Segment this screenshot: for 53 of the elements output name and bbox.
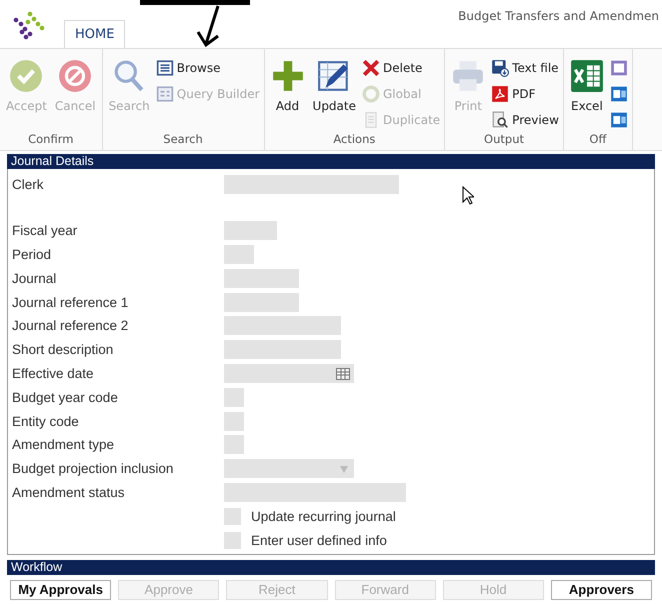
window-title: Budget Transfers and Amendmen [458, 9, 659, 23]
mouse-cursor-icon [462, 186, 474, 205]
field-label: Budget projection inclusion [11, 461, 174, 476]
field-label: Journal [11, 270, 58, 286]
ribbon-button[interactable]: Excel [568, 57, 606, 115]
field-label: Journal reference 1 [11, 294, 130, 310]
spreadsheet-icon [570, 59, 604, 93]
field-label: Short description [11, 342, 114, 358]
field-label: Fiscal year [11, 223, 78, 238]
ribbon-button[interactable]: PDF [491, 83, 559, 105]
field-label: Entity code [11, 414, 80, 429]
field-label: Effective date [11, 366, 95, 381]
calendar-icon [336, 368, 350, 380]
mail-icon [610, 85, 628, 103]
section-header: Journal Details [7, 154, 655, 169]
section-header: Workflow [7, 560, 655, 575]
plus-icon [270, 59, 305, 93]
floppy-disk-icon [491, 59, 510, 77]
dropdown-arrow-icon [339, 464, 349, 474]
ribbon-button[interactable]: Update [310, 57, 358, 115]
check-icon [9, 59, 44, 93]
field-label: Budget year code [11, 390, 119, 405]
pdf-icon [491, 85, 510, 103]
query-icon [156, 85, 174, 103]
group-label: Off [589, 132, 606, 148]
group-label: Actions [333, 132, 376, 148]
delete-icon [362, 59, 380, 77]
ribbon-button[interactable]: Add [268, 57, 307, 115]
globe-icon [362, 85, 380, 103]
workflow-button[interactable]: Approvers [550, 580, 652, 600]
field-label: Journal reference 2 [11, 318, 130, 334]
ribbon-button[interactable]: Preview [491, 109, 559, 131]
field-label: Period [11, 246, 52, 262]
workflow-button[interactable]: My Approvals [10, 580, 112, 600]
field-label: Clerk [11, 177, 45, 192]
preview-icon [491, 111, 510, 129]
ribbon-button[interactable]: Text file [491, 57, 559, 79]
field-label: Amendment status [11, 484, 126, 500]
field-label: Amendment type [11, 437, 116, 452]
document-icon [610, 59, 628, 77]
prohibited-icon [58, 59, 92, 93]
printer-icon [451, 59, 486, 93]
ribbon-tab[interactable]: HOME [64, 20, 126, 48]
group-label: Search [163, 132, 203, 148]
ribbon-button[interactable]: Delete [362, 57, 440, 79]
group-label: Output [484, 132, 524, 148]
group-label: Confirm [28, 132, 74, 148]
logo-icon [12, 10, 46, 40]
mail-icon [610, 111, 628, 129]
list-icon [156, 59, 174, 77]
ribbon-button[interactable]: Browse [156, 57, 260, 79]
checkbox-label: Enter user defined info [251, 532, 387, 548]
checkbox-label: Update recurring journal [251, 508, 396, 524]
